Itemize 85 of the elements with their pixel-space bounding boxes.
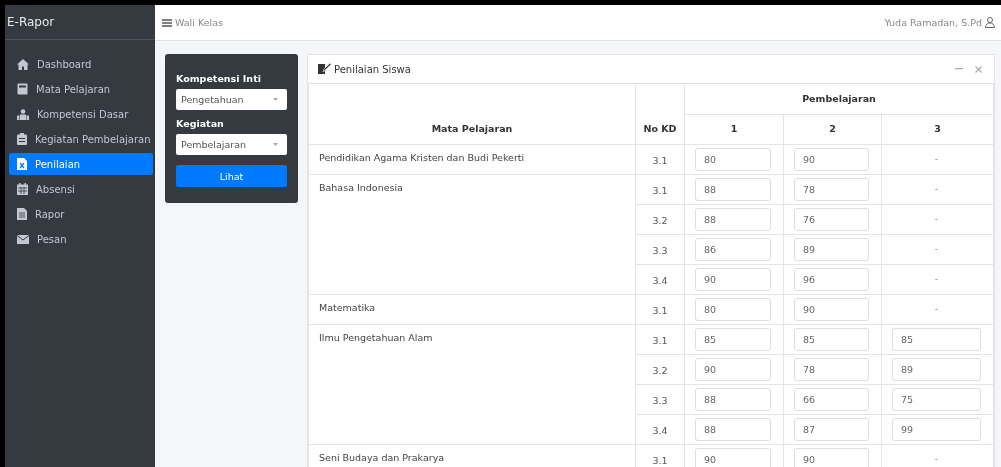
- close-icon: [975, 65, 982, 73]
- table-cell: 3.1: [635, 324, 685, 354]
- table-cell: 3.1: [635, 174, 685, 204]
- table-cell: -: [881, 294, 994, 324]
- table-cell: -: [881, 204, 994, 234]
- score-field[interactable]: 80: [695, 297, 771, 321]
- menu-icon: [162, 18, 172, 27]
- score-field[interactable]: 90: [794, 147, 869, 171]
- table-cell: 3.4: [635, 414, 685, 444]
- score-field[interactable]: 86: [695, 237, 771, 261]
- field-label: Kegiatan: [176, 118, 225, 129]
- edit-icon: [318, 63, 331, 75]
- score-field[interactable]: 90: [794, 447, 869, 467]
- sidebar-item[interactable]: Pesan: [9, 228, 153, 250]
- score-field[interactable]: 87: [794, 417, 869, 441]
- score-field[interactable]: 80: [695, 147, 771, 171]
- sidebar-item[interactable]: Dashboard: [9, 53, 153, 75]
- sidebar-item[interactable]: Mata Pelajaran: [9, 78, 153, 100]
- column-header: 1: [684, 114, 784, 144]
- book-icon: [17, 83, 28, 95]
- table-cell: 3.4: [635, 264, 685, 294]
- table-cell: -: [881, 144, 994, 174]
- column-header: Mata Pelajaran: [308, 84, 636, 144]
- sidebar-item[interactable]: Rapor: [9, 203, 153, 225]
- column-header: Pembelajaran: [684, 84, 994, 114]
- table-cell: 3.1: [635, 144, 685, 174]
- score-field[interactable]: 88: [695, 177, 771, 201]
- home-icon: [17, 58, 29, 70]
- score-field[interactable]: 90: [695, 357, 771, 381]
- dropdown[interactable]: Pembelajaran: [176, 134, 287, 155]
- table-cell: -: [881, 174, 994, 204]
- sidebar-item[interactable]: Kompetensi Dasar: [9, 103, 153, 125]
- column-header: 3: [881, 114, 994, 144]
- score-field[interactable]: 88: [695, 387, 771, 411]
- score-field[interactable]: 96: [794, 267, 869, 291]
- score-field[interactable]: 90: [695, 267, 771, 291]
- table-cell: -: [881, 264, 994, 294]
- column-header: No KD: [635, 84, 685, 144]
- score-field[interactable]: 78: [794, 357, 869, 381]
- caret-icon: [273, 98, 278, 101]
- score-field[interactable]: 85: [892, 327, 981, 351]
- file-icon: [17, 158, 27, 170]
- score-field[interactable]: 90: [794, 297, 869, 321]
- score-field[interactable]: 85: [794, 327, 869, 351]
- caret-icon: [273, 143, 278, 146]
- table-cell: 3.1: [635, 294, 685, 324]
- dropdown[interactable]: Pengetahuan: [176, 89, 287, 110]
- table-cell: Ilmu Pengetahuan Alam: [308, 324, 636, 444]
- view-button[interactable]: Lihat: [176, 165, 287, 187]
- table-cell: Matematika: [308, 294, 636, 324]
- score-field[interactable]: 99: [892, 417, 981, 441]
- table-cell: 3.2: [635, 204, 685, 234]
- envelope-icon: [17, 234, 29, 244]
- table-cell: 3.2: [635, 354, 685, 384]
- table-cell: -: [881, 234, 994, 264]
- menu-button[interactable]: Wali Kelas: [162, 17, 223, 28]
- table-cell: Seni Budaya dan Prakarya: [308, 444, 636, 467]
- score-field[interactable]: 75: [892, 387, 981, 411]
- calendar-icon: [17, 183, 28, 195]
- score-field[interactable]: 88: [695, 417, 771, 441]
- table-cell: Pendidikan Agama Kristen dan Budi Pekerti: [308, 144, 636, 174]
- document-icon: [17, 208, 27, 220]
- column-header: 2: [783, 114, 882, 144]
- clipboard-icon: [17, 133, 27, 145]
- user-icon: [985, 17, 995, 28]
- card-title-text: Penilaian Siswa: [334, 63, 411, 75]
- users-icon: [17, 108, 29, 120]
- score-field[interactable]: 89: [892, 357, 981, 381]
- score-field[interactable]: 90: [695, 447, 771, 467]
- sidebar-item[interactable]: Kegiatan Pembelajaran: [9, 128, 153, 150]
- score-field[interactable]: 76: [794, 207, 869, 231]
- score-field[interactable]: 85: [695, 327, 771, 351]
- sidebar-item[interactable]: Penilaian: [9, 153, 153, 175]
- score-field[interactable]: 89: [794, 237, 869, 261]
- minimize-icon: [955, 68, 963, 70]
- score-field[interactable]: 88: [695, 207, 771, 231]
- score-field[interactable]: 78: [794, 177, 869, 201]
- close-button[interactable]: [973, 63, 984, 75]
- table-cell: 3.3: [635, 234, 685, 264]
- user-menu[interactable]: Yuda Ramadan, S.Pd: [884, 17, 995, 28]
- table-cell: Bahasa Indonesia: [308, 174, 636, 294]
- sidebar-item[interactable]: Absensi: [9, 178, 153, 200]
- score-field[interactable]: 66: [794, 387, 869, 411]
- table-cell: 3.3: [635, 384, 685, 414]
- field-label: Kompetensi Inti: [176, 73, 262, 84]
